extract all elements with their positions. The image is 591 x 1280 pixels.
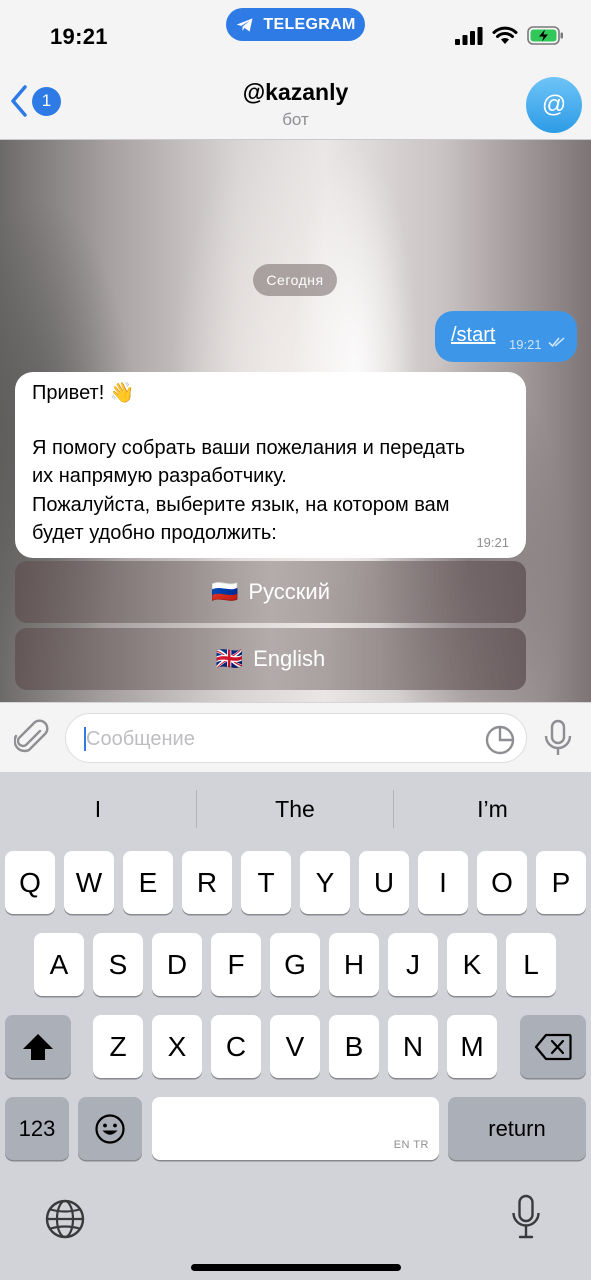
microphone-icon[interactable]	[543, 719, 573, 757]
message-line: Привет! 👋	[32, 382, 135, 404]
message-placeholder: Сообщение	[86, 728, 195, 750]
inline-button-label: Русский	[248, 579, 331, 604]
key-d[interactable]: D	[152, 933, 202, 996]
text-caret	[84, 727, 86, 751]
key-v[interactable]: V	[270, 1015, 320, 1078]
keyboard: I The I’m Q W E R T Y U I O P A S D F G …	[0, 772, 591, 1280]
wifi-icon	[492, 26, 518, 44]
key-p[interactable]: P	[536, 851, 586, 914]
chat-header: 1 @kazanly бот @	[0, 70, 591, 140]
key-e[interactable]: E	[123, 851, 173, 914]
status-icons	[455, 26, 565, 45]
suggestion[interactable]: The	[197, 772, 393, 846]
key-o[interactable]: O	[477, 851, 527, 914]
space-key[interactable]: EN TR	[152, 1097, 439, 1160]
key-i[interactable]: I	[418, 851, 468, 914]
key-y[interactable]: Y	[300, 851, 350, 914]
double-check-icon	[548, 337, 565, 348]
numbers-key[interactable]: 123	[5, 1097, 69, 1160]
uk-flag-icon: 🇬🇧	[215, 646, 244, 671]
outgoing-message[interactable]: /start 19:21	[435, 311, 577, 362]
key-r[interactable]: R	[182, 851, 232, 914]
inline-button-russian[interactable]: 🇷🇺 Русский	[15, 561, 526, 623]
status-time: 19:21	[50, 24, 108, 49]
key-c[interactable]: C	[211, 1015, 261, 1078]
emoji-icon	[95, 1113, 125, 1144]
key-t[interactable]: T	[241, 851, 291, 914]
message-input-bar: Сообщение	[0, 702, 591, 772]
shift-key[interactable]	[5, 1015, 71, 1078]
status-bar: 19:21 TELEGRAM	[0, 0, 591, 70]
message-input[interactable]: Сообщение	[65, 713, 527, 763]
chat-title[interactable]: @kazanly	[0, 79, 591, 106]
incoming-time: 19:21	[476, 535, 509, 550]
paperclip-icon[interactable]	[14, 719, 50, 757]
sticker-icon[interactable]	[484, 724, 516, 756]
key-q[interactable]: Q	[5, 851, 55, 914]
inline-button-english[interactable]: 🇬🇧 English	[15, 628, 526, 690]
key-m[interactable]: M	[447, 1015, 497, 1078]
outgoing-time: 19:21	[509, 337, 542, 352]
key-a[interactable]: A	[34, 933, 84, 996]
avatar[interactable]: @	[526, 77, 582, 133]
key-f[interactable]: F	[211, 933, 261, 996]
telegram-pill[interactable]: TELEGRAM	[226, 8, 365, 41]
chat-subtitle: бот	[282, 110, 309, 129]
suggestion[interactable]: I	[0, 772, 196, 846]
key-h[interactable]: H	[329, 933, 379, 996]
key-u[interactable]: U	[359, 851, 409, 914]
russia-flag-icon: 🇷🇺	[210, 579, 239, 604]
shift-icon	[23, 1033, 53, 1060]
return-key[interactable]: return	[448, 1097, 586, 1160]
home-indicator	[191, 1264, 401, 1271]
delete-key[interactable]	[520, 1015, 586, 1078]
space-language-label: EN TR	[393, 1139, 429, 1151]
key-x[interactable]: X	[152, 1015, 202, 1078]
battery-charging-icon	[527, 26, 563, 45]
key-n[interactable]: N	[388, 1015, 438, 1078]
telegram-plane-icon	[237, 17, 253, 32]
key-l[interactable]: L	[506, 933, 556, 996]
key-b[interactable]: B	[329, 1015, 379, 1078]
message-line: Пожалуйста, выберите язык, на котором ва…	[32, 494, 450, 516]
key-j[interactable]: J	[388, 933, 438, 996]
key-g[interactable]: G	[270, 933, 320, 996]
key-z[interactable]: Z	[93, 1015, 143, 1078]
incoming-message[interactable]: Привет! 👋 Я помогу собрать ваши пожелани…	[15, 372, 526, 558]
suggestion[interactable]: I’m	[394, 772, 591, 846]
chat-area: Сегодня /start 19:21 Привет! 👋 Я помогу …	[0, 140, 591, 702]
message-line: Я помогу собрать ваши пожелания и переда…	[32, 437, 466, 459]
date-separator: Сегодня	[253, 264, 337, 296]
emoji-key[interactable]	[78, 1097, 142, 1160]
key-k[interactable]: K	[447, 933, 497, 996]
dictation-microphone-icon[interactable]	[511, 1194, 541, 1240]
message-line: будет удобно продолжить:	[32, 522, 277, 544]
globe-icon[interactable]	[44, 1198, 86, 1240]
backspace-icon	[534, 1033, 572, 1060]
key-s[interactable]: S	[93, 933, 143, 996]
message-line: их напрямую разработчику.	[32, 465, 287, 487]
inline-button-label: English	[253, 646, 326, 671]
key-w[interactable]: W	[64, 851, 114, 914]
signal-bars-icon	[455, 26, 483, 45]
telegram-pill-label: TELEGRAM	[263, 15, 356, 33]
outgoing-text[interactable]: /start	[451, 324, 495, 347]
